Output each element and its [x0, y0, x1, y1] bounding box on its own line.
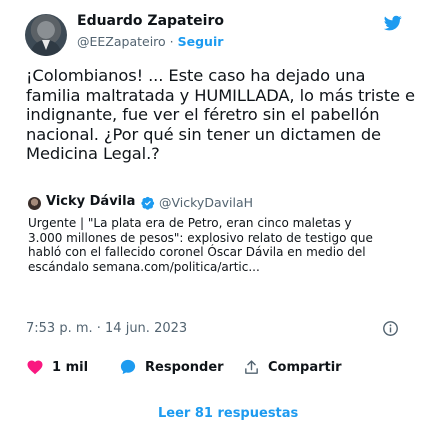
read-replies-link[interactable]: Leer 81 respuestas	[158, 406, 298, 421]
author-avatar[interactable]	[25, 14, 67, 56]
verified-badge-icon	[141, 196, 155, 210]
reply-bubble-icon	[120, 359, 136, 375]
tweet-text-line: Medicina Legal.?	[26, 144, 160, 163]
quoted-tweet[interactable]: Vicky Dávila @VickyDavilaH Urgente | "La…	[26, 194, 398, 274]
tweet-text-line: indignante, fue ver el féretro sin el pa…	[26, 105, 380, 124]
info-icon[interactable]	[382, 320, 399, 337]
share-button[interactable]: Compartir	[243, 357, 342, 377]
quoted-author-name: Vicky Dávila	[46, 194, 136, 209]
quoted-tweet-text: Urgente | "La plata era de Petro, eran c…	[28, 216, 400, 274]
quoted-author-avatar	[28, 197, 41, 210]
share-icon	[245, 359, 258, 374]
like-count: 1 mil	[52, 359, 89, 375]
quoted-text-line: habló con el fallecido coronel Óscar Dáv…	[28, 245, 366, 260]
tweet-text-line: familia maltratada y HUMILLADA, lo más t…	[26, 85, 415, 105]
tweet-card: Eduardo Zapateiro @EEZapateiro · Seguir …	[0, 0, 425, 439]
quoted-text-line: Urgente | "La plata era de Petro, eran c…	[28, 216, 352, 230]
twitter-bird-icon[interactable]	[383, 14, 403, 32]
tweet-text: ¡Colombianos! ... Este caso ha dejado un…	[26, 66, 418, 164]
heart-icon	[27, 360, 43, 375]
tweet-timestamp[interactable]: 7:53 p. m. · 14 jun. 2023	[26, 321, 187, 336]
tweet-text-line: nacional. ¿Por qué sin tener un dictamen…	[26, 124, 381, 144]
share-label: Compartir	[268, 359, 342, 375]
quoted-text-line: escándalo semana.com/politica/artic...	[28, 259, 260, 274]
author-handle-line: @EEZapateiro · Seguir	[77, 34, 223, 49]
reply-button[interactable]: Responder	[119, 357, 224, 377]
author-handle[interactable]: @EEZapateiro	[77, 34, 166, 49]
author-name[interactable]: Eduardo Zapateiro	[77, 13, 224, 29]
handle-separator: ·	[165, 34, 178, 49]
quoted-author-handle: @VickyDavilaH	[159, 195, 254, 210]
reply-label: Responder	[145, 359, 224, 375]
like-button[interactable]: 1 mil	[26, 357, 88, 377]
quoted-text-line: 3.000 millones de pesos": explosivo rela…	[28, 230, 373, 245]
tweet-text-line: ¡Colombianos! ... Este caso ha dejado un…	[26, 66, 366, 85]
follow-button[interactable]: Seguir	[178, 34, 224, 49]
